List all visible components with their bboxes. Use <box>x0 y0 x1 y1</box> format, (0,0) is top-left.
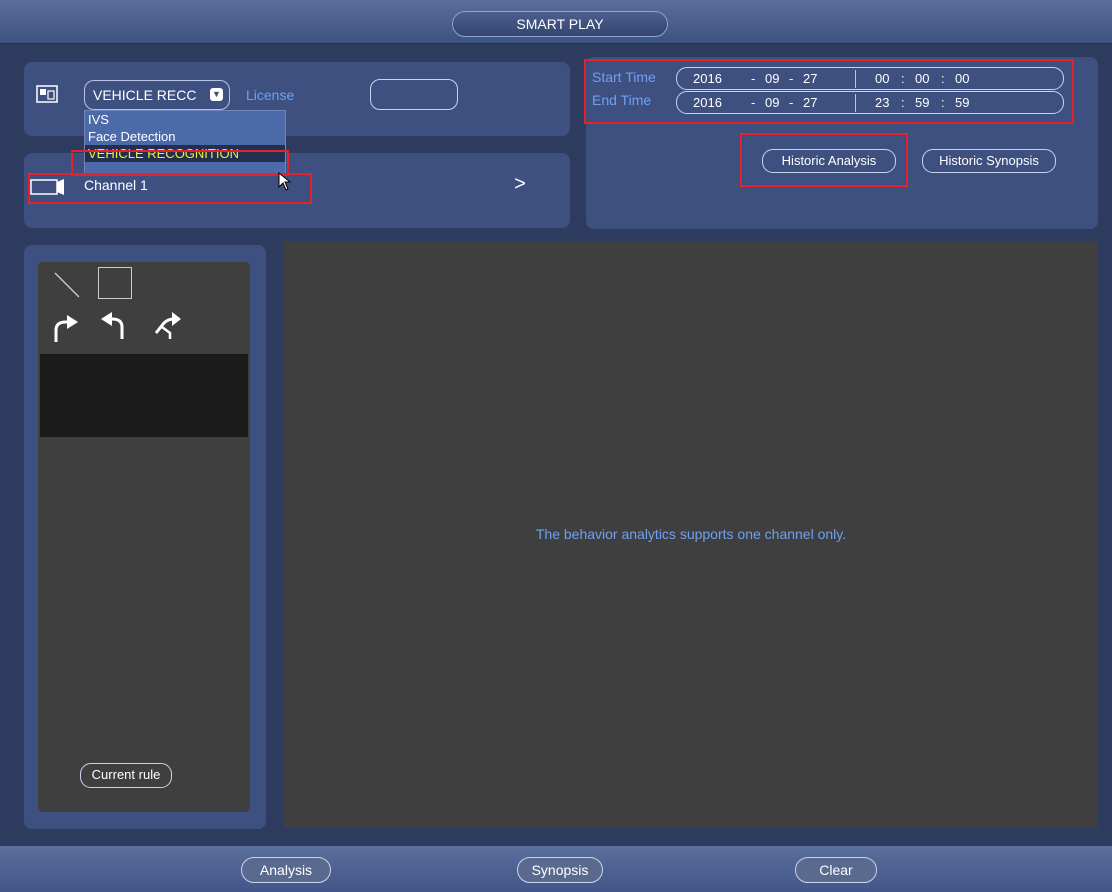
license-label: License <box>246 87 295 103</box>
current-rule-button[interactable]: Current rule <box>80 763 172 788</box>
rect-tool-icon[interactable] <box>98 267 132 299</box>
rule-tool-area <box>38 262 250 812</box>
mode-select[interactable]: VEHICLE RECC ▼ <box>84 80 230 110</box>
cursor-icon <box>278 172 292 191</box>
clear-button[interactable]: Clear <box>795 857 877 883</box>
chevron-down-icon: ▼ <box>210 88 223 101</box>
highlight-box-channel <box>28 173 312 204</box>
mode-icon <box>36 85 58 103</box>
video-message: The behavior analytics supports one chan… <box>535 526 847 542</box>
next-channel-button[interactable]: > <box>508 170 532 198</box>
undo-icon[interactable] <box>100 309 130 341</box>
rule-preview <box>40 354 248 437</box>
historic-analysis-button[interactable]: Historic Analysis <box>762 149 896 173</box>
redo-icon[interactable] <box>50 312 80 344</box>
swap-icon[interactable] <box>152 309 182 341</box>
line-tool-icon[interactable] <box>52 270 82 300</box>
historic-synopsis-button[interactable]: Historic Synopsis <box>922 149 1056 173</box>
highlight-box-time <box>584 59 1074 124</box>
analysis-button[interactable]: Analysis <box>241 857 331 883</box>
window-title: SMART PLAY <box>452 11 668 37</box>
license-input[interactable] <box>370 79 458 110</box>
mode-option-ivs[interactable]: IVS <box>85 111 285 128</box>
mode-option-face-detection[interactable]: Face Detection <box>85 128 285 145</box>
synopsis-button[interactable]: Synopsis <box>517 857 603 883</box>
mode-select-value: VEHICLE RECC <box>93 87 197 103</box>
